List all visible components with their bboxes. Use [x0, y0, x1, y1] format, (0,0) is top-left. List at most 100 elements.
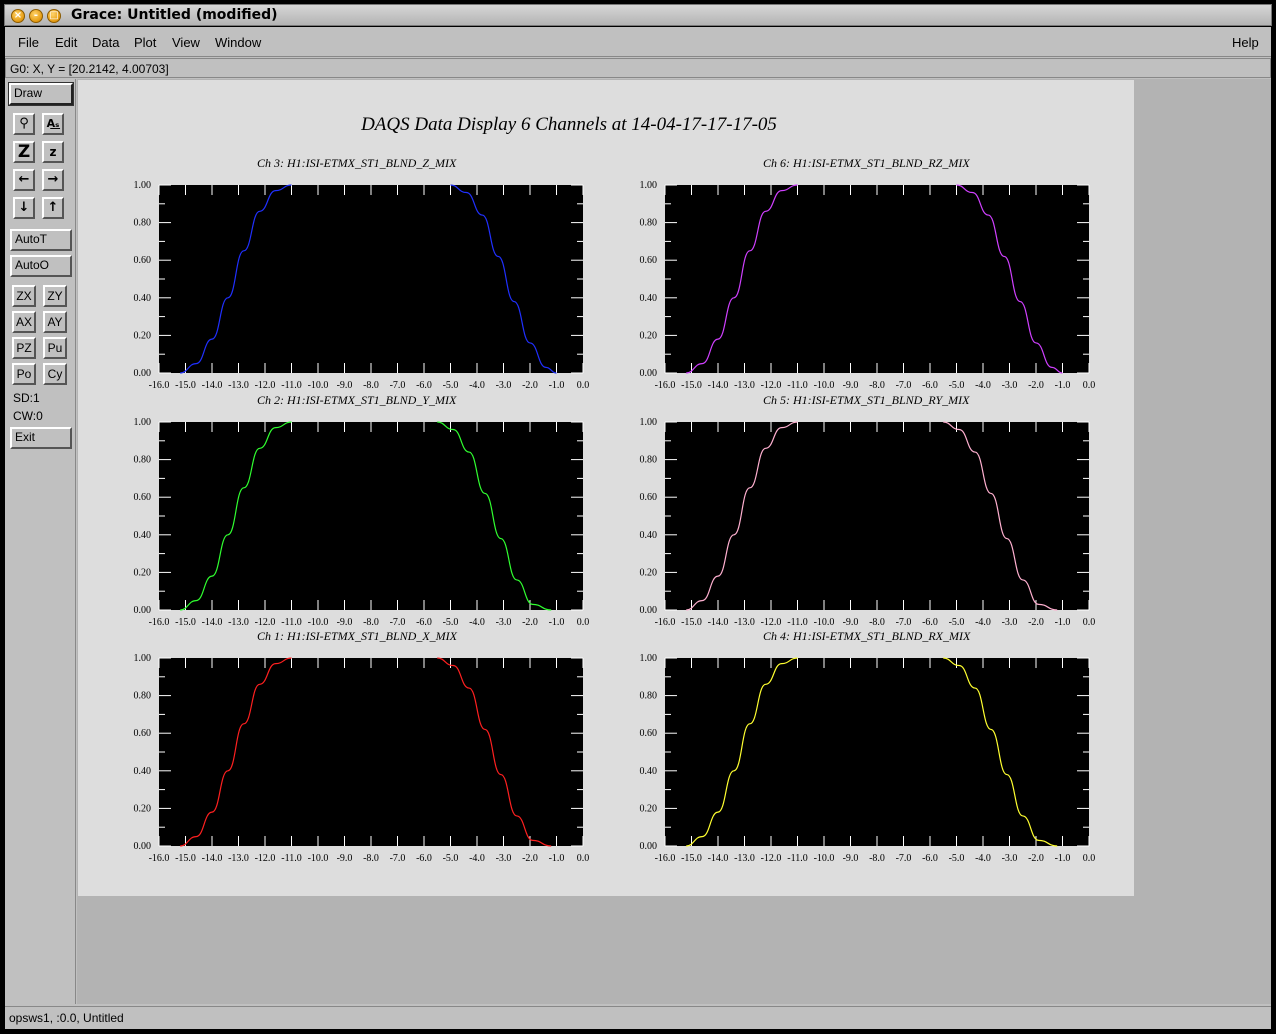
x-tick-label: -14.0 [708, 380, 729, 391]
menu-help[interactable]: Help [1232, 35, 1259, 50]
x-tick-label: -5.0 [949, 853, 965, 864]
autot-button[interactable]: AutoT [10, 229, 72, 251]
y-tick-label: 0.20 [134, 567, 152, 578]
current-world-label: CW:0 [13, 409, 43, 423]
x-tick-label: -10.0 [814, 617, 835, 628]
x-tick-label: -13.0 [228, 380, 249, 391]
y-tick-label: 0.80 [134, 691, 152, 702]
ay-button[interactable]: AY [43, 311, 67, 333]
x-tick-label: -9.0 [843, 853, 859, 864]
x-tick-label: -5.0 [949, 617, 965, 628]
x-tick-label: -13.0 [228, 853, 249, 864]
grace-window: × - □ Grace: Untitled (modified) File Ed… [0, 0, 1276, 1034]
x-tick-label: -4.0 [469, 617, 485, 628]
x-tick-label: -2.0 [1028, 380, 1044, 391]
autoo-button[interactable]: AutoO [10, 255, 72, 277]
x-tick-label: -11.0 [281, 853, 301, 864]
x-tick-label: -16.0 [149, 853, 170, 864]
x-tick-label: -7.0 [390, 617, 406, 628]
coordinate-bar: G0: X, Y = [20.2142, 4.00703] [5, 58, 1271, 78]
po-button[interactable]: Po [12, 363, 36, 385]
text-icon[interactable]: A͟ₛ [42, 113, 64, 135]
arrow-right-icon[interactable]: → [42, 169, 64, 191]
menu-data[interactable]: Data [92, 35, 119, 50]
x-tick-label: -15.0 [681, 617, 702, 628]
maximize-icon[interactable]: □ [47, 9, 61, 23]
x-tick-label: -13.0 [734, 380, 755, 391]
arrow-up-icon[interactable]: ↑ [42, 197, 64, 219]
x-tick-label: -11.0 [787, 617, 807, 628]
ax-button[interactable]: AX [12, 311, 36, 333]
x-tick-label: 0.0 [577, 380, 590, 391]
y-tick-label: 0.00 [134, 368, 152, 379]
x-tick-label: -1.0 [1055, 380, 1071, 391]
menu-plot[interactable]: Plot [134, 35, 156, 50]
arrow-down-icon[interactable]: ↓ [13, 197, 35, 219]
x-tick-label: -4.0 [469, 380, 485, 391]
x-tick-label: -7.0 [896, 617, 912, 628]
x-tick-label: -12.0 [255, 853, 276, 864]
y-tick-label: 0.60 [134, 728, 152, 739]
x-tick-label: -12.0 [255, 617, 276, 628]
menu-bar: File Edit Data Plot View Window Help [5, 27, 1271, 57]
x-tick-label: -5.0 [443, 617, 459, 628]
x-tick-label: -8.0 [363, 617, 379, 628]
draw-button[interactable]: Draw [8, 82, 74, 106]
zy-button[interactable]: ZY [43, 285, 67, 307]
y-tick-label: 0.60 [640, 492, 658, 503]
pu-button[interactable]: Pu [43, 337, 67, 359]
x-tick-label: -16.0 [149, 617, 170, 628]
x-tick-label: -1.0 [549, 617, 565, 628]
set-default-label: SD:1 [13, 391, 40, 405]
x-tick-label: 0.0 [1083, 617, 1096, 628]
y-tick-label: 0.80 [640, 691, 658, 702]
zx-button[interactable]: ZX [12, 285, 36, 307]
window-title: Grace: Untitled (modified) [71, 7, 278, 23]
x-tick-label: -11.0 [281, 380, 301, 391]
zoom-small-icon[interactable]: z [42, 141, 64, 163]
y-tick-label: 0.00 [640, 841, 658, 852]
x-tick-label: -16.0 [149, 380, 170, 391]
pz-button[interactable]: PZ [12, 337, 36, 359]
x-tick-label: -9.0 [337, 617, 353, 628]
menu-view[interactable]: View [172, 35, 200, 50]
y-tick-label: 0.00 [134, 841, 152, 852]
x-tick-label: -15.0 [175, 617, 196, 628]
plot-page[interactable]: DAQS Data Display 6 Channels at 14-04-17… [78, 80, 1134, 896]
x-tick-label: -9.0 [337, 853, 353, 864]
status-bar: opsws1, :0.0, Untitled [5, 1006, 1271, 1028]
x-tick-label: -3.0 [496, 853, 512, 864]
x-tick-label: -2.0 [1028, 853, 1044, 864]
close-icon[interactable]: × [11, 9, 25, 23]
arrow-left-icon[interactable]: ← [13, 169, 35, 191]
minimize-icon[interactable]: - [29, 9, 43, 23]
cy-button[interactable]: Cy [43, 363, 67, 385]
x-tick-label: -15.0 [175, 380, 196, 391]
x-tick-label: -10.0 [308, 853, 329, 864]
x-tick-label: 0.0 [577, 853, 590, 864]
y-tick-label: 0.20 [640, 330, 658, 341]
exit-button[interactable]: Exit [10, 427, 72, 449]
title-bar[interactable]: × - □ Grace: Untitled (modified) [4, 4, 1272, 26]
x-tick-label: -8.0 [869, 380, 885, 391]
panel-title: Ch 2: H1:ISI-ETMX_ST1_BLND_Y_MIX [257, 393, 457, 407]
x-tick-label: -5.0 [949, 380, 965, 391]
drawing-area[interactable]: DAQS Data Display 6 Channels at 14-04-17… [77, 79, 1271, 1004]
x-tick-label: -13.0 [228, 617, 249, 628]
x-tick-label: -2.0 [522, 617, 538, 628]
x-tick-label: -2.0 [1028, 617, 1044, 628]
menu-edit[interactable]: Edit [55, 35, 77, 50]
panel-title: Ch 6: H1:ISI-ETMX_ST1_BLND_RZ_MIX [763, 156, 970, 170]
x-tick-label: -9.0 [337, 380, 353, 391]
x-tick-label: -7.0 [390, 853, 406, 864]
menu-window[interactable]: Window [215, 35, 261, 50]
x-tick-label: -8.0 [869, 617, 885, 628]
chart-canvas[interactable]: DAQS Data Display 6 Channels at 14-04-17… [78, 80, 1134, 896]
zoom-big-icon[interactable]: Z [13, 141, 35, 163]
magnifier-icon[interactable]: ⚲ [13, 113, 35, 135]
x-tick-label: -10.0 [814, 853, 835, 864]
y-tick-label: 0.20 [134, 330, 152, 341]
menu-file[interactable]: File [18, 35, 39, 50]
y-tick-label: 0.40 [640, 766, 658, 777]
y-tick-label: 0.60 [134, 255, 152, 266]
